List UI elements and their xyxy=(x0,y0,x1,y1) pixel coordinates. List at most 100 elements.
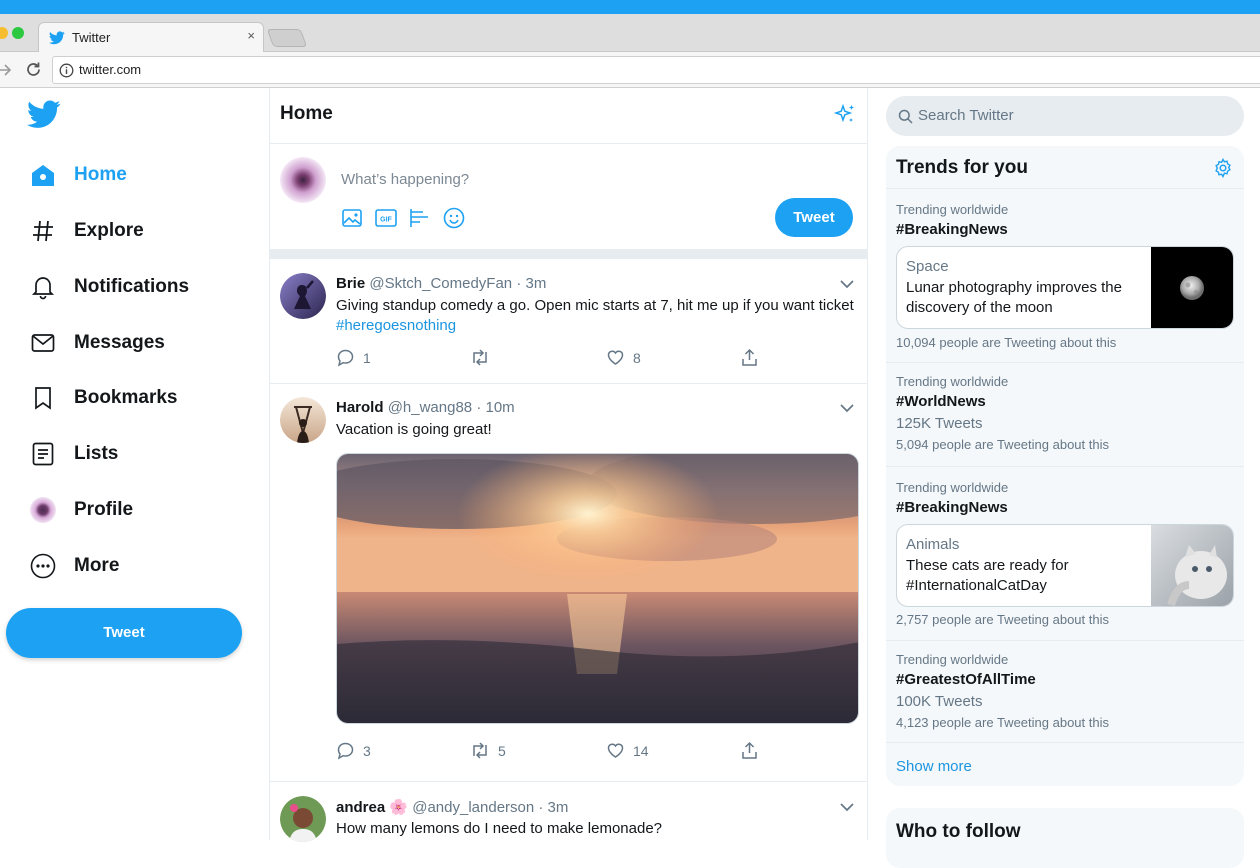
tab-close-icon[interactable]: × xyxy=(247,28,255,43)
chevron-down-icon[interactable] xyxy=(838,399,856,417)
author-handle[interactable]: @andy_landerson xyxy=(412,799,534,816)
like-count: 14 xyxy=(633,742,649,759)
gif-icon[interactable]: GIF xyxy=(374,206,398,230)
trend-divider xyxy=(886,742,1244,743)
browser-accent-strip xyxy=(0,0,1260,14)
bell-icon xyxy=(28,272,58,302)
retweet-button[interactable] xyxy=(470,348,498,367)
tweet-text: Giving standup comedy a go. Open mic sta… xyxy=(336,296,856,336)
url-input[interactable]: twitter.com xyxy=(52,56,1260,84)
nav-item-home[interactable]: Home xyxy=(28,155,127,195)
trend-tweet-count: 100K Tweets xyxy=(896,693,983,710)
compose-input[interactable]: What’s happening? xyxy=(341,171,469,188)
right-sidebar: Search Twitter Trends for you Trending w… xyxy=(868,88,1260,868)
trend-hashtag[interactable]: #BreakingNews xyxy=(896,499,1008,516)
poll-icon[interactable] xyxy=(408,206,432,230)
twitter-bird-icon xyxy=(49,31,65,45)
trend-card[interactable]: Space Lunar photography improves the dis… xyxy=(896,246,1234,329)
tweet-body: Giving standup comedy a go. Open mic sta… xyxy=(336,297,854,314)
home-icon xyxy=(28,160,58,190)
minimize-window-button[interactable] xyxy=(0,27,8,39)
new-tab-button[interactable] xyxy=(266,29,308,47)
nav-item-explore[interactable]: Explore xyxy=(28,211,144,251)
share-button[interactable] xyxy=(740,348,767,367)
reply-button[interactable]: 3 xyxy=(336,741,371,760)
tab-title: Twitter xyxy=(72,30,111,45)
list-icon xyxy=(28,439,58,469)
who-to-follow-panel: Who to follow xyxy=(886,808,1244,868)
nav-item-lists[interactable]: Lists xyxy=(28,434,118,474)
envelope-icon xyxy=(28,328,58,358)
retweet-icon xyxy=(473,349,487,366)
trend-card[interactable]: Animals These cats are ready for #Intern… xyxy=(896,524,1234,607)
reload-icon[interactable] xyxy=(25,61,42,78)
forward-arrow-icon[interactable] xyxy=(0,62,12,78)
card-text: Lunar photography improves the discovery… xyxy=(906,279,1122,316)
flower-emoji: 🌸 xyxy=(389,799,409,816)
trend-meta: Trending worldwide xyxy=(896,652,1009,667)
trends-title: Trends for you xyxy=(896,157,1028,178)
author-handle[interactable]: @h_wang88 xyxy=(388,399,472,416)
tweet-header: Harold @h_wang88 · 10m xyxy=(336,399,515,416)
cat-image xyxy=(1151,525,1233,606)
info-icon[interactable] xyxy=(59,63,74,78)
tweet-time: · 3m xyxy=(512,275,547,292)
trend-hashtag[interactable]: #WorldNews xyxy=(896,393,986,410)
heart-icon xyxy=(607,350,624,365)
nav-label-explore: Explore xyxy=(74,220,144,241)
like-count: 8 xyxy=(633,349,641,366)
chevron-down-icon[interactable] xyxy=(838,798,856,816)
hashtag-link[interactable]: #heregoesnothing xyxy=(336,317,456,334)
twitter-logo-icon[interactable] xyxy=(27,100,61,129)
reply-button[interactable]: 1 xyxy=(336,348,371,367)
page-title: Home xyxy=(280,103,333,124)
chevron-down-icon[interactable] xyxy=(838,275,856,293)
trend-hashtag[interactable]: #GreatestOfAllTime xyxy=(896,671,1036,688)
trend-divider xyxy=(886,640,1244,641)
nav-label-messages: Messages xyxy=(74,332,165,353)
like-button[interactable]: 8 xyxy=(606,348,641,367)
nav-item-profile[interactable]: Profile xyxy=(28,490,133,530)
emoji-icon[interactable] xyxy=(442,206,466,230)
share-button[interactable] xyxy=(740,741,767,760)
nav-label-more: More xyxy=(74,555,120,576)
tweet-avatar[interactable] xyxy=(280,397,326,443)
profile-avatar xyxy=(28,495,58,525)
like-button[interactable]: 14 xyxy=(606,741,649,760)
retweet-count: 5 xyxy=(498,742,506,759)
image-icon[interactable] xyxy=(340,206,364,230)
nav-label-profile: Profile xyxy=(74,499,134,520)
compose-tweet-button[interactable]: Tweet xyxy=(775,198,853,237)
browser-tab[interactable]: Twitter × xyxy=(38,22,264,53)
tweet-avatar[interactable] xyxy=(280,796,326,842)
maximize-window-button[interactable] xyxy=(12,27,24,39)
nav-item-messages[interactable]: Messages xyxy=(28,323,165,363)
share-icon xyxy=(742,741,757,759)
trend-hashtag[interactable]: #BreakingNews xyxy=(896,221,1008,238)
tweet-button[interactable]: Tweet xyxy=(6,608,242,658)
author-name[interactable]: Brie xyxy=(336,275,365,292)
trend-people: 10,094 people are Tweeting about this xyxy=(896,335,1117,350)
sparkle-icon[interactable] xyxy=(833,103,857,127)
trends-panel: Trends for you Trending worldwide #Break… xyxy=(886,146,1244,786)
gear-icon[interactable] xyxy=(1213,158,1233,178)
author-name[interactable]: Harold xyxy=(336,399,384,416)
nav-item-notifications[interactable]: Notifications xyxy=(28,267,189,307)
compose-divider xyxy=(270,249,867,259)
nav-label-lists: Lists xyxy=(74,443,119,464)
heart-icon xyxy=(607,743,624,758)
nav-item-bookmarks[interactable]: Bookmarks xyxy=(28,378,178,418)
tweet-image-sunset[interactable] xyxy=(336,453,859,724)
nav-item-more[interactable]: More xyxy=(28,546,119,586)
show-more-link[interactable]: Show more xyxy=(896,758,972,775)
more-icon xyxy=(28,551,58,581)
author-handle[interactable]: @Sktch_ComedyFan xyxy=(369,275,512,292)
trend-people: 4,123 people are Tweeting about this xyxy=(896,715,1109,730)
tweet-avatar[interactable] xyxy=(280,273,326,319)
trend-people: 5,094 people are Tweeting about this xyxy=(896,437,1109,452)
search-input[interactable]: Search Twitter xyxy=(886,96,1244,136)
nav-label-notifications: Notifications xyxy=(74,276,190,297)
retweet-button[interactable]: 5 xyxy=(470,741,506,760)
compose-avatar[interactable] xyxy=(280,157,326,203)
author-name[interactable]: andrea xyxy=(336,799,385,816)
